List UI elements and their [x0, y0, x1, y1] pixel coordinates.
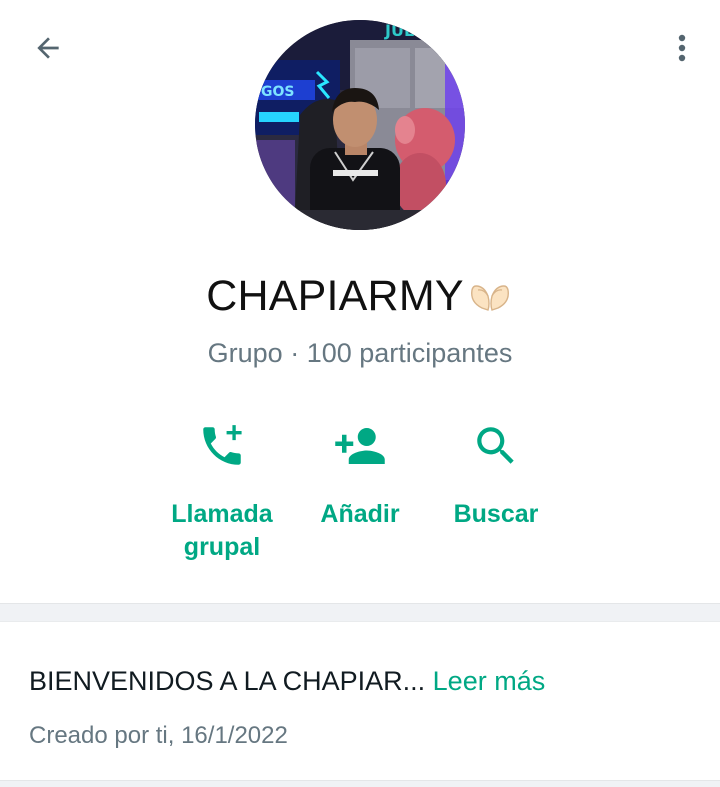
- group-description-text: BIENVENIDOS A LA CHAPIAR...: [29, 666, 426, 696]
- group-description: BIENVENIDOS A LA CHAPIAR... Leer más: [29, 666, 545, 697]
- svg-text:JUEG: JUEG: [384, 21, 428, 40]
- svg-text:GOS: GOS: [261, 84, 294, 100]
- search-button[interactable]: Buscar: [446, 418, 546, 531]
- group-call-label-line1: Llamada: [171, 500, 273, 528]
- group-avatar[interactable]: GOS JUEG: [255, 20, 465, 230]
- group-subtitle: Grupo · 100 participantes: [207, 338, 513, 368]
- group-call-label-line2: grupal: [183, 533, 261, 561]
- person-add-icon: [335, 428, 385, 464]
- heart-hands-icon: [466, 274, 514, 323]
- more-options-button[interactable]: [662, 26, 702, 70]
- group-name-text: CHAPIARMY: [206, 272, 464, 320]
- group-name[interactable]: CHAPIARMY: [0, 272, 720, 323]
- group-photo: GOS JUEG: [255, 20, 465, 230]
- more-vert-icon: [678, 34, 686, 62]
- section-divider-bottom: [0, 780, 720, 787]
- add-participant-button[interactable]: Añadir: [312, 418, 408, 531]
- search-label: Buscar: [453, 500, 539, 528]
- group-call-button[interactable]: Llamada grupal: [160, 418, 284, 564]
- arrow-left-icon: [37, 37, 59, 59]
- section-divider: [0, 603, 720, 622]
- group-info-header: GOS JUEG CHAPIARMY Grupo · 100 participa…: [0, 0, 720, 603]
- back-button[interactable]: [26, 26, 70, 70]
- add-participant-label: Añadir: [320, 500, 400, 528]
- phone-add-icon: [203, 425, 242, 465]
- search-icon: [477, 427, 514, 464]
- read-more-link[interactable]: Leer más: [433, 666, 546, 696]
- created-by-text: Creado por ti, 16/1/2022: [29, 722, 288, 749]
- group-description-card[interactable]: BIENVENIDOS A LA CHAPIAR... Leer más Cre…: [0, 622, 720, 780]
